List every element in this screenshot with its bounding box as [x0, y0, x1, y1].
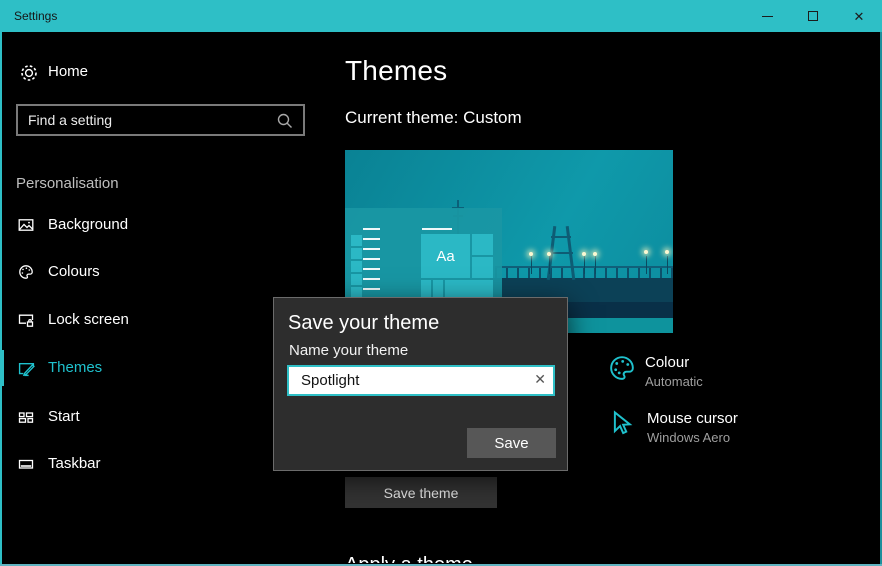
titlebar: Settings ✕ — [0, 0, 882, 32]
preview-tile — [472, 257, 493, 278]
lock-screen-icon — [18, 312, 34, 328]
gear-icon — [19, 63, 39, 83]
mouse-cursor-label: Mouse cursor — [647, 410, 738, 427]
sidebar-item-themes[interactable]: Themes — [0, 350, 310, 386]
sidebar-item-home[interactable]: Home — [0, 58, 310, 88]
preview-lamp-pole — [549, 256, 550, 274]
preview-menu-line — [363, 268, 380, 270]
dialog-title: Save your theme — [288, 312, 440, 334]
window-border-left — [0, 32, 2, 566]
themes-icon — [18, 360, 35, 377]
theme-colour-row[interactable]: Colour Automatic — [608, 352, 778, 396]
clear-input-icon[interactable]: ✕ — [534, 371, 546, 388]
colour-label: Colour — [645, 354, 690, 371]
mouse-cursor-value: Windows Aero — [647, 430, 731, 445]
palette-icon — [18, 264, 34, 280]
preview-lamp-pole — [595, 256, 596, 274]
preview-lamp-pole — [584, 256, 585, 274]
maximize-icon — [808, 11, 818, 21]
colour-value: Automatic — [645, 374, 703, 389]
close-icon: ✕ — [853, 8, 865, 24]
apply-theme-heading-text: Apply a theme — [345, 553, 665, 563]
preview-menu-line — [363, 258, 380, 260]
preview-tower-bar — [551, 236, 571, 238]
preview-tower-bar — [549, 252, 573, 254]
sidebar-item-label: Themes — [48, 359, 103, 376]
theme-name-field-wrap: ✕ — [287, 365, 555, 396]
preview-menu-line — [363, 248, 380, 250]
dialog-save-button[interactable]: Save — [467, 428, 556, 458]
sidebar-item-start[interactable]: Start — [0, 399, 310, 435]
preview-menu-square — [351, 274, 362, 285]
dialog-name-label: Name your theme — [289, 342, 409, 359]
preview-lamp-light — [582, 252, 586, 256]
preview-lamp-light — [593, 252, 597, 256]
preview-aa-tile: Aa — [421, 234, 470, 278]
maximize-button[interactable] — [790, 0, 836, 32]
theme-name-input[interactable] — [289, 367, 553, 394]
sidebar-item-colours[interactable]: Colours — [0, 254, 310, 290]
start-tiles-icon — [18, 409, 34, 425]
save-theme-button[interactable]: Save theme — [345, 477, 497, 508]
minimize-button[interactable] — [744, 0, 790, 32]
preview-menu-line — [363, 288, 380, 290]
sidebar-item-label: Lock screen — [48, 311, 129, 328]
search-input[interactable] — [18, 106, 303, 134]
cursor-icon — [610, 410, 636, 436]
close-button[interactable]: ✕ — [836, 0, 882, 32]
preview-lamp-light — [529, 252, 533, 256]
sidebar-item-label: Background — [48, 216, 129, 233]
preview-lamp-pole — [531, 256, 532, 274]
sidebar-item-label: Start — [48, 408, 80, 425]
search-icon[interactable] — [276, 112, 294, 130]
current-theme-text: Current theme: Custom — [345, 108, 522, 127]
preview-menu-line — [363, 278, 380, 280]
preview-menu-square — [351, 235, 362, 246]
sidebar-item-taskbar[interactable]: Taskbar — [0, 446, 310, 482]
preview-menu-line — [363, 228, 380, 230]
preview-lamp-light — [644, 250, 648, 254]
preview-tile — [472, 234, 493, 255]
sidebar-item-label: Taskbar — [48, 455, 101, 472]
sidebar-item-background[interactable]: Background — [0, 207, 310, 243]
sidebar-item-label: Home — [48, 63, 89, 80]
selected-indicator — [0, 350, 4, 386]
preview-lamp-pole — [646, 256, 647, 274]
search-box — [16, 104, 305, 136]
preview-menu-line — [363, 238, 380, 240]
sidebar-section-personalisation: Personalisation — [16, 175, 119, 192]
palette-icon — [608, 354, 636, 382]
apply-theme-heading-clipped: Apply a theme — [345, 553, 665, 563]
save-theme-dialog: Save your theme Name your theme ✕ Save — [273, 297, 568, 471]
preview-menu-square — [351, 248, 362, 259]
preview-lamp-light — [665, 250, 669, 254]
sidebar-item-lock-screen[interactable]: Lock screen — [0, 302, 310, 338]
minimize-icon — [761, 15, 773, 17]
window-title: Settings — [14, 9, 58, 23]
sidebar-item-label: Colours — [48, 263, 100, 280]
image-icon — [18, 217, 34, 233]
preview-menu-square — [351, 261, 362, 272]
preview-lamp-pole — [667, 256, 668, 274]
preview-menu-line — [422, 228, 452, 230]
taskbar-icon — [18, 456, 34, 472]
mouse-cursor-row[interactable]: Mouse cursor Windows Aero — [610, 408, 780, 452]
preview-lamp-light — [547, 252, 551, 256]
page-title: Themes — [345, 55, 448, 86]
